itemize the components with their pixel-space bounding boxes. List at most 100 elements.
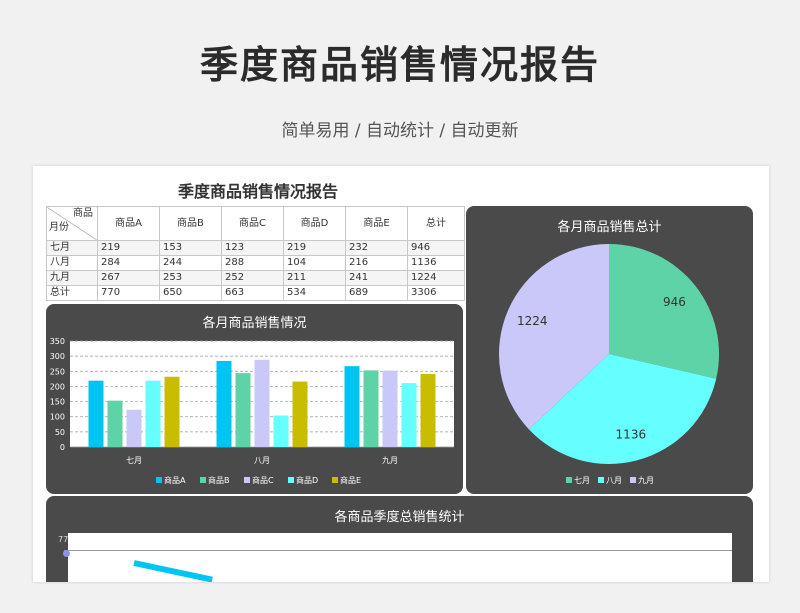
bar [88,380,104,447]
line-chart-gridline [64,550,732,551]
table-cell: 284 [97,255,160,271]
legend-label: 八月 [606,476,622,485]
spreadsheet-preview: 季度商品销售情况报告 商品 月份 商品A 商品B 商品C 商品D 商品E 总计 七月 219… [33,166,769,582]
bar [216,360,232,447]
bar [273,415,289,447]
line-chart-point [63,550,70,557]
table-cell: 650 [159,285,222,301]
pie-chart: 946 1136 1224 七月 八月 九月 [499,244,719,485]
corner-label-month: 月份 [49,222,69,233]
table-cell: 770 [97,285,160,301]
column-header: 商品C [221,206,284,241]
row-label: 八月 [46,255,98,271]
bar [382,370,398,447]
legend-swatch [244,477,250,483]
bar [420,374,436,447]
table-cell: 123 [221,240,284,256]
bar [164,376,180,447]
table-cell: 534 [283,285,346,301]
pie-value-label: 1224 [517,314,548,328]
legend-swatch [598,477,604,483]
y-tick-label: 150 [50,398,65,407]
table-cell: 267 [97,270,160,286]
sales-table: 商品 月份 商品A 商品B 商品C 商品D 商品E 总计 七月 219 153 123 219 23… [46,206,465,301]
table-cell: 219 [97,240,160,256]
bar [363,370,379,447]
column-header: 商品E [345,206,408,241]
table-corner-cell: 商品 月份 [46,206,98,241]
y-tick-label: 300 [50,352,65,361]
bar [107,400,123,447]
page-subtitle: 简单易用 / 自动统计 / 自动更新 [281,121,519,141]
table-cell: 252 [221,270,284,286]
bar [401,383,417,447]
table-cell: 663 [221,285,284,301]
line-chart-title: 各商品季度总销售统计 [334,510,465,525]
pie-value-label: 946 [663,295,686,309]
table-cell: 3306 [407,285,465,301]
table-row: 总计 770 650 663 534 689 3306 [46,285,465,301]
x-tick-label: 八月 [254,456,270,465]
bar [344,366,360,447]
y-tick-label: 0 [60,443,65,452]
bar [126,409,142,447]
column-header: 商品A [97,206,160,241]
table-cell: 219 [283,240,346,256]
table-row: 七月 219 153 123 219 232 946 [46,240,465,256]
table-header-row: 商品 月份 商品A 商品B 商品C 商品D 商品E 总计 [46,206,465,241]
table-cell: 1136 [407,255,465,271]
table-cell: 946 [407,240,465,256]
monthly-bar-chart-panel: 各月商品销售情况 0 50 100 150 200 250 300 350 七月 八月 九月 商品A 商… [46,304,463,494]
y-tick-label: 350 [50,337,65,346]
table-cell: 1224 [407,270,465,286]
y-tick-label: 100 [50,413,65,422]
bar [235,373,251,447]
x-tick-label: 九月 [382,456,398,465]
row-label: 总计 [46,285,98,301]
x-tick-label: 七月 [126,456,142,465]
y-tick-label: 200 [50,382,65,391]
page-title: 季度商品销售情况报告 [199,43,600,87]
table-cell: 689 [345,285,408,301]
table-cell: 244 [159,255,222,271]
corner-label-product: 商品 [73,208,93,219]
table-cell: 104 [283,255,346,271]
monthly-pie-chart-panel: 各月商品销售总计 946 1136 1224 七月 八月 九月 [466,206,753,494]
product-total-line-chart-panel: 各商品季度总销售统计 77 [46,496,753,582]
legend-label: 商品B [208,475,230,485]
line-chart-y-tick: 77 [58,535,69,544]
row-label: 七月 [46,240,98,256]
pie-value-label: 1136 [616,428,647,442]
legend-label: 商品E [340,475,361,485]
legend-label: 商品A [164,475,186,485]
legend-swatch [566,477,572,483]
table-cell: 241 [345,270,408,286]
column-header: 总计 [407,206,465,241]
table-cell: 153 [159,240,222,256]
legend-swatch [630,477,636,483]
column-header: 商品B [159,206,222,241]
bar [254,359,270,447]
bar-chart: 0 50 100 150 200 250 300 350 七月 八月 九月商品A 商品B 商品C 商品D 商… [50,337,454,485]
table-cell: 253 [159,270,222,286]
legend-label: 商品C [252,475,274,485]
legend-label: 七月 [574,476,590,485]
y-tick-label: 250 [50,367,65,376]
table-cell: 288 [221,255,284,271]
bar [145,380,161,447]
legend-swatch [200,477,206,483]
row-label: 九月 [46,270,98,286]
legend-swatch [156,477,162,483]
legend-swatch [332,477,338,483]
table-cell: 211 [283,270,346,286]
legend-swatch [288,477,294,483]
table-row: 八月 284 244 288 104 216 1136 [46,255,465,271]
legend-label: 九月 [638,476,654,485]
sheet-title: 季度商品销售情况报告 [177,182,338,201]
table-row: 九月 267 253 252 211 241 1224 [46,270,465,286]
column-header: 商品D [283,206,346,241]
y-tick-label: 50 [55,428,65,437]
line-chart-plot-area [68,533,732,582]
table-cell: 216 [345,255,408,271]
table-cell: 232 [345,240,408,256]
